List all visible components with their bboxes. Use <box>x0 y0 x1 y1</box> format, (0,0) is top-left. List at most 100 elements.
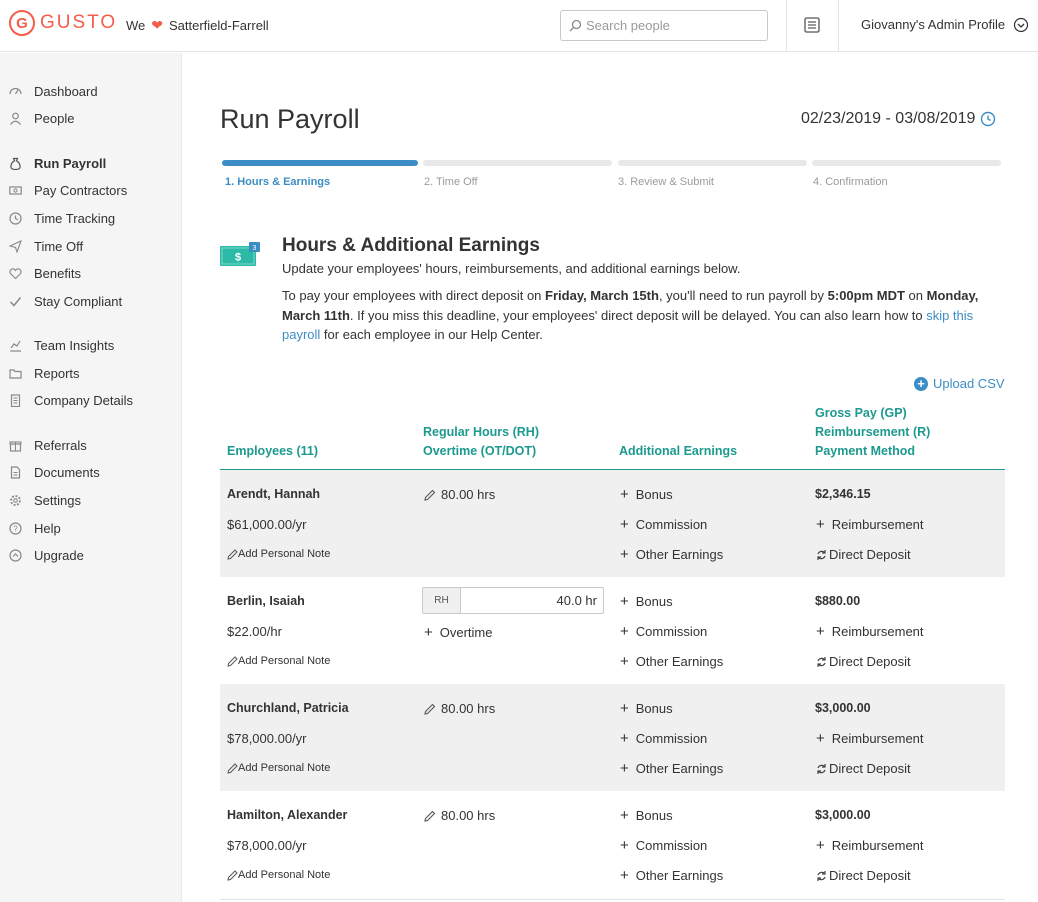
add-note-button[interactable]: Add Personal Note <box>227 548 330 560</box>
gusto-logo[interactable]: G GUSTO <box>9 10 117 36</box>
add-reimbursement-button[interactable]: + Reimbursement <box>816 838 924 853</box>
section-title: Hours & Additional Earnings <box>282 235 540 256</box>
employee-name[interactable]: Berlin, Isaiah <box>227 594 305 608</box>
chart-icon <box>8 338 22 352</box>
upload-csv-button[interactable]: + Upload CSV <box>914 376 1005 391</box>
clock-icon[interactable] <box>980 111 996 127</box>
help-icon: ? <box>8 521 22 535</box>
add-bonus-button[interactable]: + Bonus <box>620 701 673 716</box>
notifications-icon[interactable] <box>803 16 821 37</box>
sidebar-item-time-off[interactable]: Time Off <box>0 235 182 257</box>
notice-pay-date: Friday, March 15th <box>545 288 659 303</box>
sidebar-item-settings[interactable]: Settings <box>0 489 182 511</box>
sidebar-item-referrals[interactable]: Referrals <box>0 434 182 456</box>
plane-icon <box>8 239 22 253</box>
sidebar-item-team-insights[interactable]: Team Insights <box>0 334 182 356</box>
column-header-additional-earnings: Additional Earnings <box>619 444 738 458</box>
sidebar-item-pay-contractors[interactable]: Pay Contractors <box>0 179 182 201</box>
sidebar-item-stay-compliant[interactable]: Stay Compliant <box>0 290 182 312</box>
sidebar-item-reports[interactable]: Reports <box>0 362 182 384</box>
section-subtitle: Update your employees' hours, reimbursem… <box>282 261 741 276</box>
add-commission-button[interactable]: + Commission <box>620 624 707 639</box>
plus-icon: + <box>620 623 629 640</box>
plus-icon: + <box>620 730 629 747</box>
sidebar-item-label: Dashboard <box>34 83 98 99</box>
sidebar-item-run-payroll[interactable]: Run Payroll <box>0 152 182 174</box>
add-overtime-button[interactable]: + Overtime <box>424 625 493 640</box>
pencil-icon <box>227 548 238 560</box>
sidebar-item-documents[interactable]: Documents <box>0 461 182 483</box>
add-reimbursement-button[interactable]: + Reimbursement <box>816 731 924 746</box>
step-label-4[interactable]: 4. Confirmation <box>813 176 888 188</box>
profile-menu[interactable]: Giovanny's Admin Profile <box>861 17 1005 32</box>
column-header-overtime: Overtime (OT/DOT) <box>423 444 537 458</box>
sidebar-item-help[interactable]: ? Help <box>0 517 182 539</box>
add-reimbursement-button[interactable]: + Reimbursement <box>816 624 924 639</box>
money-bag-icon <box>8 156 22 170</box>
sidebar-item-label: Run Payroll <box>34 155 107 171</box>
refresh-icon <box>817 763 826 774</box>
employee-name[interactable]: Hamilton, Alexander <box>227 808 347 822</box>
edit-hours-button[interactable]: 80.00 hrs <box>424 487 495 502</box>
pay-period-dates: 02/23/2019 - 03/08/2019 <box>801 110 976 127</box>
payment-method-toggle[interactable]: Direct Deposit <box>816 654 911 669</box>
regular-hours-input[interactable] <box>461 588 603 613</box>
add-other-earnings-button[interactable]: + Other Earnings <box>620 547 723 562</box>
edit-hours-button[interactable]: 80.00 hrs <box>424 808 495 823</box>
sidebar-item-time-tracking[interactable]: Time Tracking <box>0 207 182 229</box>
plus-icon: + <box>620 837 629 854</box>
step-label-1[interactable]: 1. Hours & Earnings <box>225 176 330 188</box>
other-earnings-label: Other Earnings <box>635 761 724 776</box>
add-other-earnings-button[interactable]: + Other Earnings <box>620 761 723 776</box>
bonus-label: Bonus <box>635 808 673 823</box>
add-bonus-button[interactable]: + Bonus <box>620 487 673 502</box>
other-earnings-label: Other Earnings <box>635 654 724 669</box>
plus-icon: + <box>620 807 629 824</box>
table-row: Hamilton, Alexander $78,000.00/yr Add Pe… <box>220 791 1005 898</box>
add-bonus-button[interactable]: + Bonus <box>620 594 673 609</box>
sidebar-item-label: Stay Compliant <box>34 293 123 309</box>
sidebar-item-benefits[interactable]: Benefits <box>0 262 182 284</box>
sidebar-item-label: Reports <box>34 365 80 381</box>
pencil-icon <box>424 703 436 715</box>
step-label-3[interactable]: 3. Review & Submit <box>618 176 714 188</box>
check-icon <box>8 294 22 308</box>
employee-name[interactable]: Arendt, Hannah <box>227 487 320 501</box>
pencil-icon <box>227 655 238 667</box>
plus-circle-icon: + <box>914 376 928 391</box>
step-label-2[interactable]: 2. Time Off <box>424 176 478 188</box>
payment-method-toggle[interactable]: Direct Deposit <box>816 868 911 883</box>
add-note-button[interactable]: Add Personal Note <box>227 762 330 774</box>
payment-method-label: Direct Deposit <box>829 868 911 883</box>
add-other-earnings-button[interactable]: + Other Earnings <box>620 868 723 883</box>
commission-label: Commission <box>635 731 708 746</box>
payment-method-toggle[interactable]: Direct Deposit <box>816 547 911 562</box>
plus-icon: + <box>424 624 433 641</box>
sidebar-item-company-details[interactable]: Company Details <box>0 389 182 411</box>
company-name: Satterfield-Farrell <box>169 18 269 33</box>
add-commission-button[interactable]: + Commission <box>620 517 707 532</box>
add-note-button[interactable]: Add Personal Note <box>227 655 330 667</box>
employee-name[interactable]: Churchland, Patricia <box>227 701 349 715</box>
dashboard-icon <box>8 84 22 98</box>
chevron-down-icon[interactable] <box>1013 17 1029 36</box>
upload-csv-label: Upload CSV <box>933 376 1005 391</box>
overtime-label: Overtime <box>439 625 493 640</box>
sidebar-item-label: People <box>34 110 75 126</box>
building-icon <box>8 393 22 407</box>
edit-hours-button[interactable]: 80.00 hrs <box>424 701 495 716</box>
add-commission-button[interactable]: + Commission <box>620 731 707 746</box>
plus-icon: + <box>816 623 825 640</box>
add-bonus-button[interactable]: + Bonus <box>620 808 673 823</box>
sidebar-item-people[interactable]: People <box>0 107 182 129</box>
sidebar-item-upgrade[interactable]: Upgrade <box>0 544 182 566</box>
add-reimbursement-button[interactable]: + Reimbursement <box>816 517 924 532</box>
payment-method-toggle[interactable]: Direct Deposit <box>816 761 911 776</box>
search-box[interactable] <box>560 10 768 41</box>
add-commission-button[interactable]: + Commission <box>620 838 707 853</box>
sidebar-item-dashboard[interactable]: Dashboard <box>0 80 182 102</box>
add-note-button[interactable]: Add Personal Note <box>227 869 330 881</box>
add-other-earnings-button[interactable]: + Other Earnings <box>620 654 723 669</box>
search-input[interactable] <box>586 18 756 33</box>
regular-hours-field[interactable]: RH <box>422 587 604 614</box>
